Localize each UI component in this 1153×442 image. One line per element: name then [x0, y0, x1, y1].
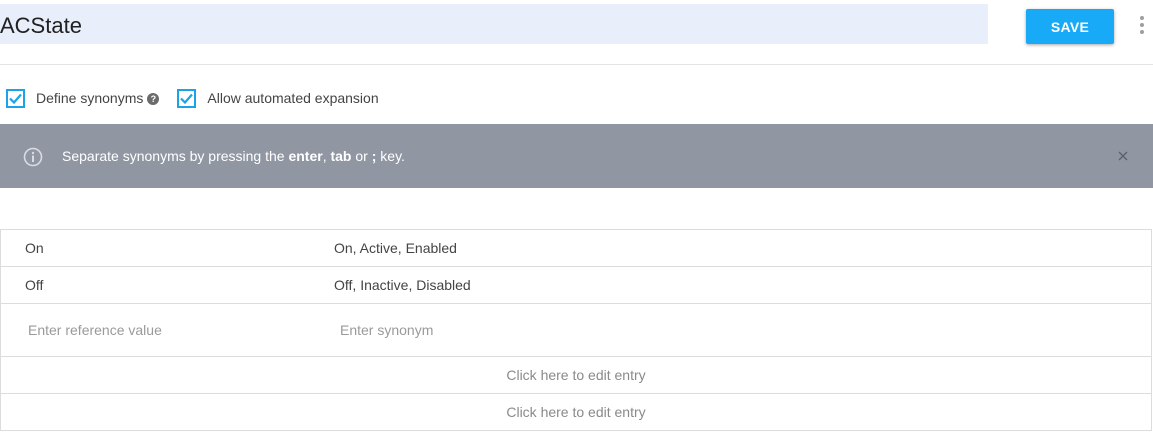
new-entry-row: Enter reference value Enter synonym — [1, 304, 1151, 357]
key-enter: enter — [288, 148, 323, 164]
allow-expansion-label: Allow automated expansion — [207, 90, 379, 106]
checkmark-icon — [180, 93, 194, 104]
options-row: Define synonyms ? Allow automated expans… — [6, 88, 379, 108]
help-icon[interactable]: ? — [147, 92, 160, 105]
synonyms-value[interactable]: Off, Inactive, Disabled — [334, 277, 471, 293]
define-synonyms-checkbox[interactable] — [6, 88, 25, 108]
more-options-icon[interactable] — [1136, 14, 1148, 36]
edit-entry-row[interactable]: Click here to edit entry — [1, 357, 1151, 394]
table-row[interactable]: On On, Active, Enabled — [1, 230, 1151, 267]
entries-table: On On, Active, Enabled Off Off, Inactive… — [0, 229, 1152, 431]
banner-text-suffix: key. — [376, 148, 405, 164]
reference-value[interactable]: Off — [25, 277, 43, 293]
more-dot — [1140, 30, 1144, 34]
banner-text-prefix: Separate synonyms by pressing the — [62, 148, 289, 164]
edit-entry-link[interactable]: Click here to edit entry — [1, 367, 1151, 383]
define-synonyms-label: Define synonyms — [36, 90, 144, 106]
more-dot — [1140, 16, 1144, 20]
checkmark-icon — [9, 93, 22, 104]
header-divider — [0, 64, 1153, 65]
synonym-input[interactable]: Enter synonym — [340, 322, 433, 338]
edit-entry-row[interactable]: Click here to edit entry — [1, 394, 1151, 431]
banner-message: Separate synonyms by pressing the enter,… — [62, 148, 405, 164]
more-dot — [1140, 23, 1144, 27]
reference-value[interactable]: On — [25, 240, 44, 256]
close-icon[interactable] — [1117, 150, 1129, 162]
allow-expansion-checkbox[interactable] — [177, 88, 197, 108]
edit-entry-link[interactable]: Click here to edit entry — [1, 404, 1151, 420]
table-row[interactable]: Off Off, Inactive, Disabled — [1, 267, 1151, 304]
synonyms-value[interactable]: On, Active, Enabled — [334, 240, 457, 256]
entity-name-field[interactable]: ACState — [0, 4, 988, 44]
reference-input[interactable]: Enter reference value — [28, 322, 162, 338]
entity-title[interactable]: ACState — [0, 14, 82, 38]
key-tab: tab — [330, 148, 352, 164]
banner-sep: or — [351, 148, 372, 164]
save-button[interactable]: SAVE — [1026, 9, 1114, 44]
info-icon — [23, 147, 43, 167]
